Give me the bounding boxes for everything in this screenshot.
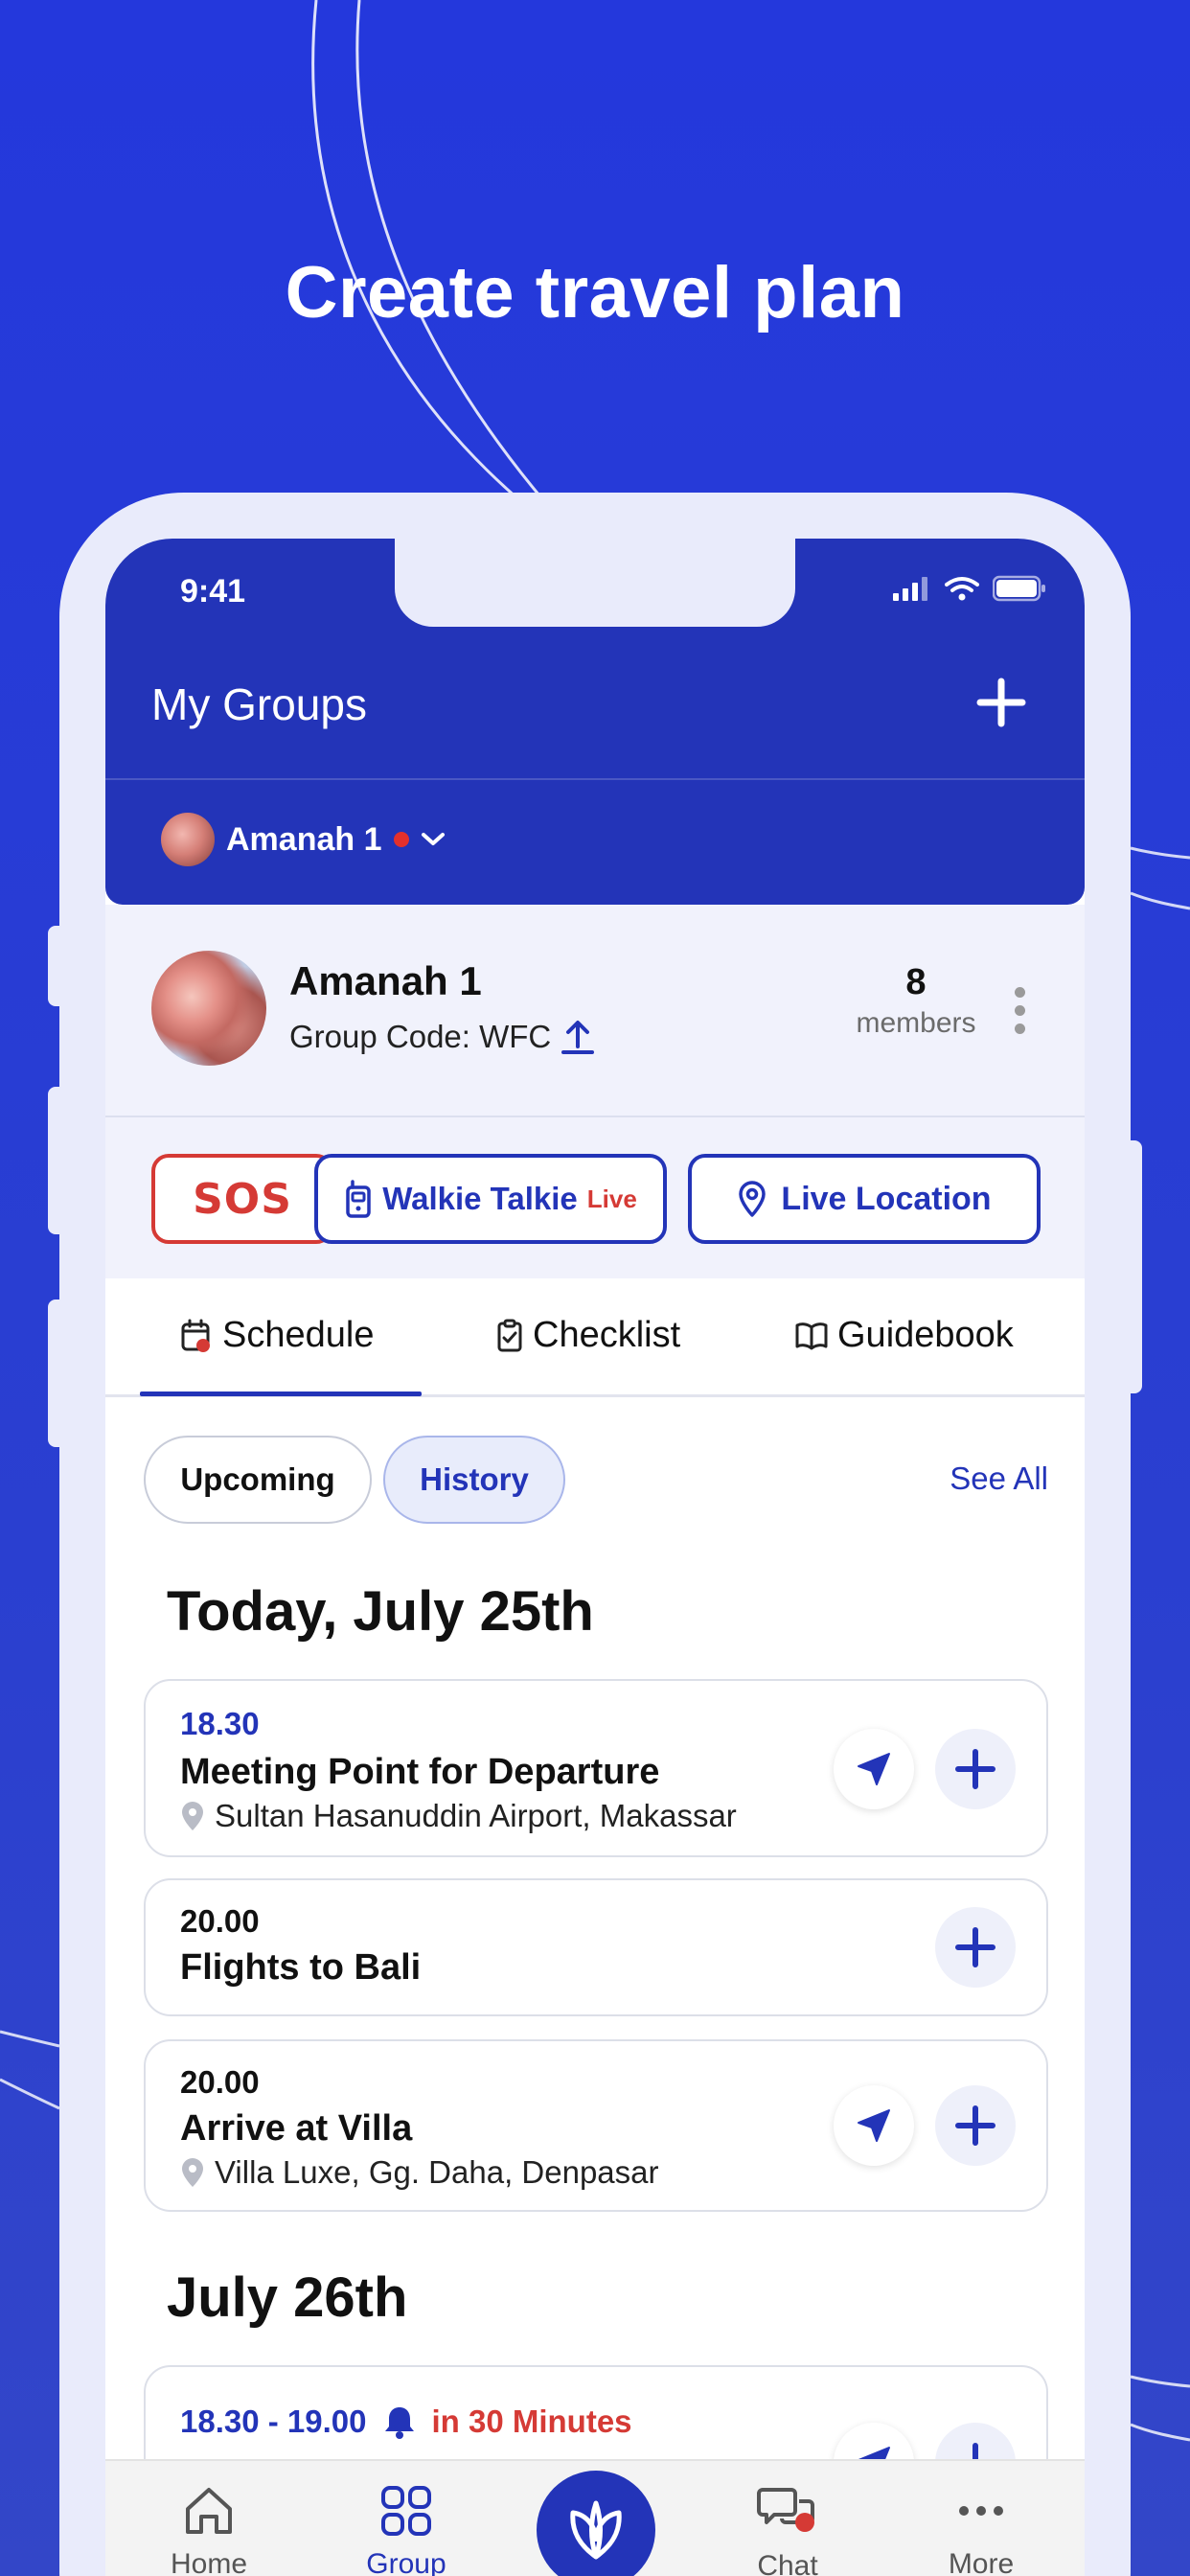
- event-location: Villa Luxe, Gg. Daha, Denpasar: [180, 2154, 659, 2191]
- status-icons: [893, 575, 1046, 602]
- event-time: 18.30: [180, 1706, 260, 1741]
- reminder-text: in 30 Minutes: [431, 2404, 632, 2439]
- nav-chat-label: Chat: [757, 2550, 818, 2576]
- schedule-item[interactable]: 20.00 Arrive at Villa Villa Luxe, Gg. Da…: [144, 2039, 1048, 2212]
- event-time: 20.00: [180, 1903, 260, 1939]
- tab-guidebook[interactable]: Guidebook: [795, 1315, 1014, 1356]
- plus-icon: [976, 678, 1026, 727]
- phone-notch: [395, 539, 795, 627]
- leaf-logo-icon: [570, 2500, 622, 2560]
- center-action-button[interactable]: [537, 2471, 655, 2576]
- schedule-item[interactable]: 18.30 Meeting Point for Departure Sultan…: [144, 1679, 1048, 1857]
- walkie-talkie-icon: [346, 1180, 371, 1218]
- group-switcher-label: Amanah 1: [226, 820, 382, 858]
- event-location-text: Villa Luxe, Gg. Daha, Denpasar: [215, 2154, 659, 2190]
- location-pin-icon: [182, 1802, 203, 1830]
- tab-checklist-label: Checklist: [533, 1315, 681, 1355]
- navigate-button[interactable]: [834, 2085, 914, 2166]
- signal-icon: [893, 577, 927, 601]
- live-badge: Live: [586, 1184, 637, 1213]
- add-button[interactable]: [935, 1907, 1016, 1988]
- tab-checklist[interactable]: Checklist: [496, 1315, 680, 1356]
- nav-chat[interactable]: Chat: [711, 2484, 864, 2576]
- plus-icon: [955, 1927, 995, 1967]
- day-heading: Today, July 25th: [167, 1580, 594, 1643]
- tab-schedule-label: Schedule: [222, 1315, 375, 1355]
- chevron-down-icon: [421, 833, 445, 845]
- tab-bar: Schedule Checklist Guidebook: [105, 1278, 1085, 1397]
- event-location-text: Sultan Hasanuddin Airport, Makassar: [215, 1798, 737, 1833]
- more-dots-icon: [959, 2506, 1003, 2516]
- group-name: Amanah 1: [289, 958, 482, 1003]
- nav-home-label: Home: [170, 2548, 248, 2576]
- group-avatar-large: [151, 951, 266, 1066]
- event-time: 20.00: [180, 2064, 260, 2100]
- nav-more[interactable]: More: [904, 2484, 1058, 2576]
- share-icon[interactable]: [561, 1018, 595, 1056]
- status-time: 9:41: [180, 573, 246, 610]
- wifi-icon: [945, 577, 979, 601]
- nav-home[interactable]: Home: [132, 2484, 286, 2576]
- walkie-talkie-button[interactable]: Walkie Talkie Live: [314, 1154, 667, 1244]
- day-heading: July 26th: [167, 2266, 408, 2329]
- more-options-icon[interactable]: [1015, 987, 1025, 1034]
- member-count: 8 members: [830, 962, 1002, 1040]
- header-divider: [105, 778, 1085, 780]
- bottom-nav: Home Group Chat More: [105, 2459, 1085, 2576]
- plus-icon: [955, 2105, 995, 2146]
- group-info-card: Amanah 1 Group Code: WFC 8 members: [105, 905, 1085, 1117]
- group-switcher[interactable]: Amanah 1: [161, 813, 446, 866]
- event-time: 18.30 - 19.00: [180, 2404, 367, 2439]
- tab-guidebook-label: Guidebook: [837, 1315, 1014, 1355]
- action-row: SOS Walkie Talkie Live Live Location: [105, 1117, 1085, 1278]
- event-title: Arrive at Villa: [180, 2108, 413, 2149]
- walkie-talkie-label: Walkie Talkie: [382, 1181, 578, 1216]
- status-dot: [393, 832, 409, 847]
- group-code-label: Group Code: WFC: [289, 1019, 552, 1054]
- event-location: Sultan Hasanuddin Airport, Makassar: [180, 1798, 737, 1834]
- group-code: Group Code: WFC: [289, 1018, 595, 1056]
- sos-button[interactable]: SOS: [151, 1154, 333, 1244]
- navigation-arrow-icon: [858, 2109, 890, 2142]
- filter-history[interactable]: History: [383, 1436, 565, 1524]
- schedule-item[interactable]: 20.00 Flights to Bali: [144, 1878, 1048, 2016]
- nav-group-label: Group: [366, 2548, 446, 2576]
- book-icon: [795, 1322, 828, 1349]
- add-button[interactable]: [935, 2085, 1016, 2166]
- navigate-button[interactable]: [834, 1729, 914, 1809]
- tab-schedule[interactable]: Schedule: [180, 1315, 374, 1356]
- live-location-label: Live Location: [781, 1180, 992, 1217]
- navigation-arrow-icon: [858, 1753, 890, 1785]
- event-title: Flights to Bali: [180, 1947, 422, 1988]
- clipboard-check-icon: [497, 1319, 522, 1351]
- live-location-button[interactable]: Live Location: [688, 1154, 1041, 1244]
- nav-group[interactable]: Group: [330, 2484, 483, 2576]
- member-count-label: members: [856, 1007, 976, 1039]
- calendar-icon: [181, 1319, 210, 1352]
- event-reminder: 18.30 - 19.00 in 30 Minutes: [180, 2404, 632, 2440]
- group-avatar: [161, 813, 215, 866]
- plus-icon: [955, 1749, 995, 1789]
- phone-screen: 9:41 My Groups Amanah 1 Amanah 1 Group C…: [105, 539, 1085, 2576]
- event-title: Meeting Point for Departure: [180, 1752, 660, 1792]
- battery-icon: [993, 575, 1045, 602]
- add-group-button[interactable]: [970, 671, 1033, 734]
- add-button[interactable]: [935, 1729, 1016, 1809]
- location-pin-icon: [739, 1181, 767, 1217]
- active-tab-indicator: [140, 1392, 422, 1396]
- page-title: My Groups: [151, 679, 367, 729]
- location-pin-icon: [182, 2158, 203, 2187]
- nav-more-label: More: [948, 2548, 1015, 2576]
- chat-icon: [757, 2488, 814, 2532]
- grid-icon: [381, 2486, 431, 2536]
- bell-icon: [384, 2407, 414, 2439]
- see-all-link[interactable]: See All: [950, 1460, 1048, 1497]
- filter-upcoming[interactable]: Upcoming: [144, 1436, 372, 1524]
- home-icon: [186, 2488, 232, 2534]
- member-count-value: 8: [905, 962, 927, 1002]
- headline: Create travel plan: [285, 252, 905, 334]
